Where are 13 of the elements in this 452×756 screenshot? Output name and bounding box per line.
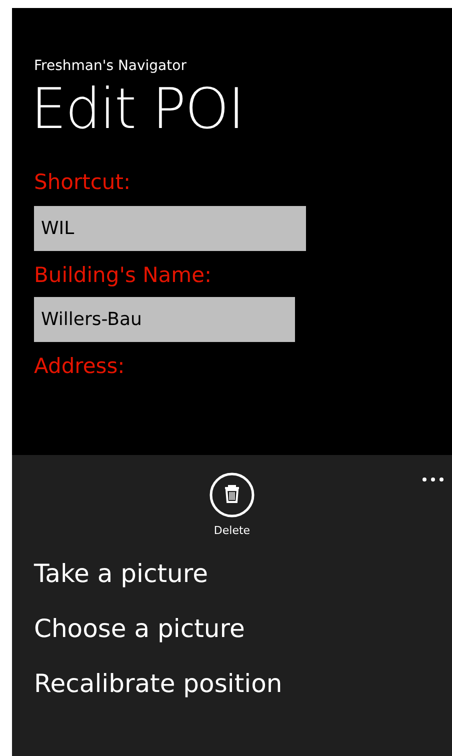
delete-button[interactable]: Delete bbox=[209, 472, 255, 537]
field-label: Shortcut: bbox=[34, 170, 132, 194]
menu-item[interactable]: Take a picture bbox=[34, 559, 452, 588]
field-label: Building's Name: bbox=[34, 263, 213, 287]
delete-icon bbox=[209, 472, 255, 518]
input-field[interactable]: Willers-Bau bbox=[34, 297, 295, 342]
menu-item[interactable]: Choose a picture bbox=[34, 614, 452, 643]
more-icon[interactable] bbox=[422, 477, 444, 482]
app-title: Freshman's Navigator bbox=[34, 58, 188, 74]
page-title: Edit POI bbox=[31, 80, 245, 140]
field-label: Address: bbox=[34, 354, 126, 378]
menu-item[interactable]: Recalibrate position bbox=[34, 669, 452, 698]
input-field[interactable]: WIL bbox=[34, 206, 306, 251]
